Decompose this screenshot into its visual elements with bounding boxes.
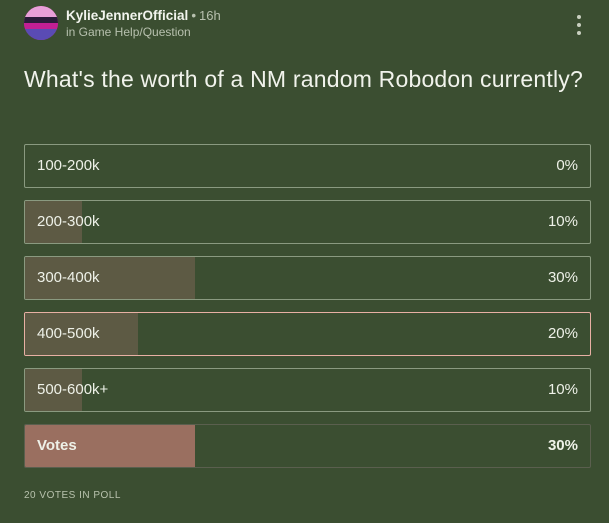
- poll-option-percent: 20%: [547, 325, 578, 342]
- post-time: 16h: [199, 8, 221, 23]
- kebab-vertical-icon[interactable]: [571, 14, 587, 36]
- poll-option-label: 500-600k+: [37, 381, 109, 398]
- post-header: KylieJennerOfficial • 16h in Game Help/Que…: [24, 6, 595, 46]
- community-label[interactable]: in Game Help/Question: [66, 25, 221, 40]
- poll-option[interactable]: 400-500k 20%: [24, 312, 591, 356]
- poll-option-label: 400-500k: [37, 325, 100, 342]
- poll-option[interactable]: Votes 30%: [24, 424, 591, 468]
- username[interactable]: KylieJennerOfficial: [66, 8, 188, 23]
- poll-option-percent: 10%: [547, 213, 578, 230]
- poll-post: KylieJennerOfficial • 16h in Game Help/Que…: [0, 0, 609, 523]
- poll-option-label: 300-400k: [37, 269, 100, 286]
- poll-option[interactable]: 200-300k 10%: [24, 200, 591, 244]
- votes-count: 20 VOTES IN POLL: [24, 490, 121, 501]
- poll-option[interactable]: 100-200k 0%: [24, 144, 591, 188]
- poll-option[interactable]: 500-600k+ 10%: [24, 368, 591, 412]
- avatar[interactable]: [24, 6, 58, 40]
- poll-option[interactable]: 300-400k 30%: [24, 256, 591, 300]
- poll-option-percent: 30%: [547, 437, 578, 454]
- poll-option-label: 200-300k: [37, 213, 100, 230]
- poll-option-percent: 30%: [547, 269, 578, 286]
- poll-option-label: Votes: [37, 437, 77, 454]
- poll-question: What's the worth of a NM random Robodon …: [24, 66, 583, 92]
- poll-option-label: 100-200k: [37, 157, 100, 174]
- post-meta: KylieJennerOfficial • 16h in Game Help/Que…: [66, 8, 221, 40]
- poll-option-percent: 0%: [556, 157, 578, 174]
- poll-option-percent: 10%: [547, 381, 578, 398]
- separator-dot: •: [191, 8, 197, 23]
